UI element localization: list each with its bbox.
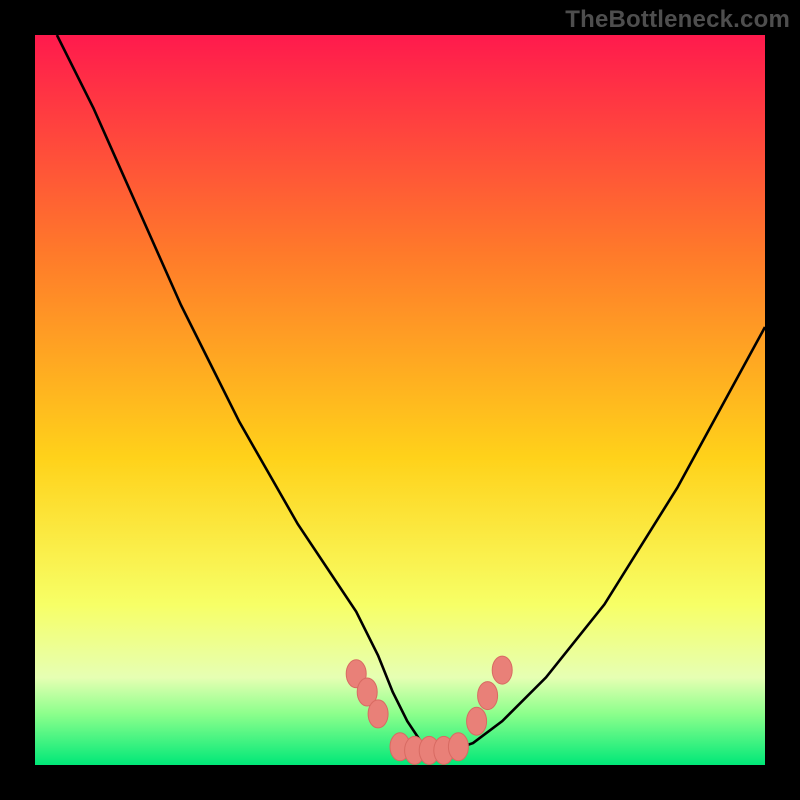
bottleneck-chart bbox=[35, 35, 765, 765]
curve-marker bbox=[368, 700, 388, 728]
plot-area bbox=[35, 35, 765, 765]
curve-marker bbox=[478, 682, 498, 710]
gradient-background bbox=[35, 35, 765, 765]
curve-marker bbox=[448, 733, 468, 761]
chart-stage: TheBottleneck.com bbox=[0, 0, 800, 800]
curve-marker bbox=[467, 707, 487, 735]
curve-marker bbox=[492, 656, 512, 684]
watermark-text: TheBottleneck.com bbox=[565, 6, 790, 34]
